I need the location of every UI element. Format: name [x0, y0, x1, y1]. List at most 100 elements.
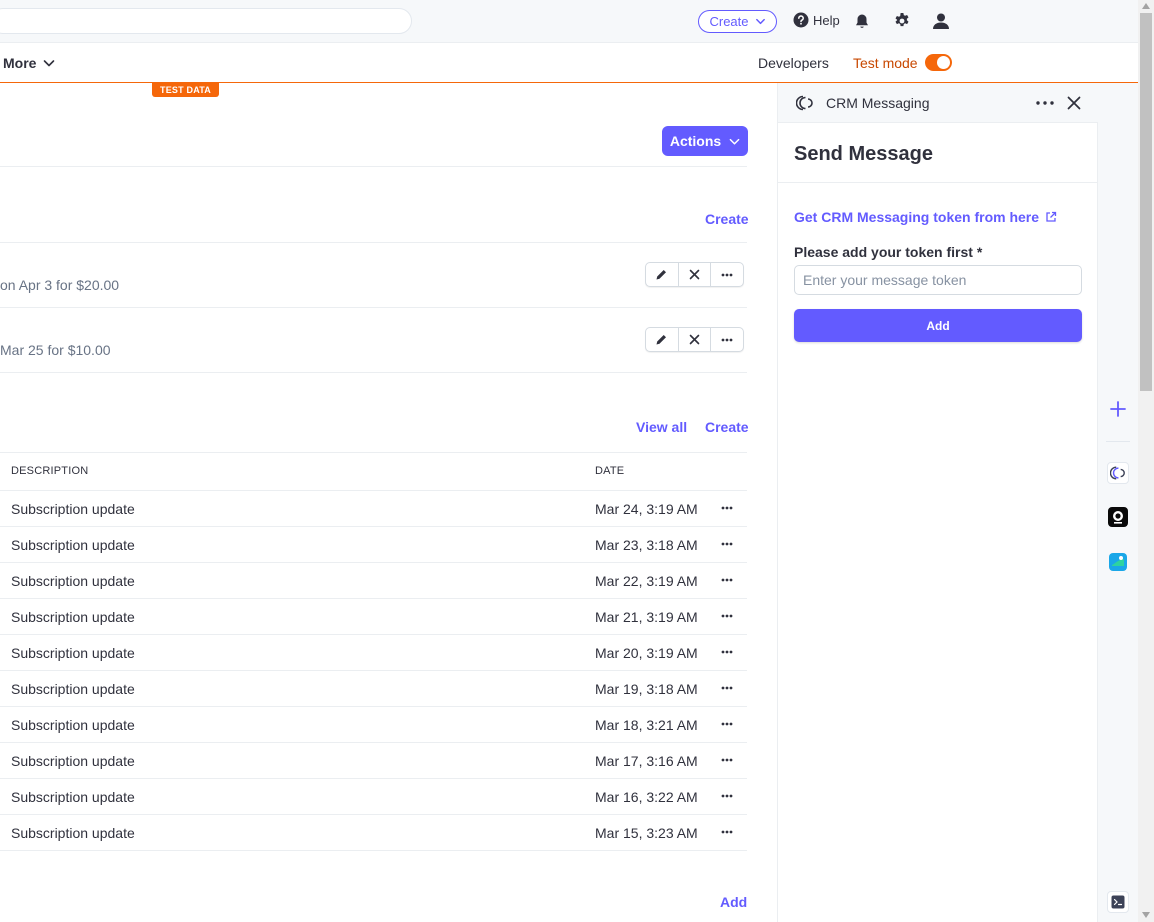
row-description: Subscription update: [11, 537, 135, 553]
test-data-badge: TEST DATA: [152, 83, 219, 97]
table-row[interactable]: Subscription update Mar 15, 3:23 AM: [0, 815, 747, 851]
page-scrollbar[interactable]: [1138, 0, 1154, 922]
add-token-button[interactable]: Add: [794, 309, 1082, 342]
row-description: Subscription update: [11, 645, 135, 661]
row-description: Subscription update: [11, 753, 135, 769]
ellipsis-icon: [721, 273, 733, 276]
divider: [0, 166, 747, 167]
remove-button[interactable]: [679, 263, 712, 286]
item-action-group: [645, 262, 744, 287]
actions-label: Actions: [669, 133, 722, 149]
edit-button[interactable]: [646, 263, 679, 286]
external-link-icon: [1046, 211, 1057, 222]
create-button[interactable]: Create: [698, 10, 777, 33]
table-row[interactable]: Subscription update Mar 22, 3:19 AM: [0, 563, 747, 599]
edit-button[interactable]: [646, 328, 679, 351]
divider: [0, 372, 747, 373]
row-date: Mar 16, 3:22 AM: [595, 789, 698, 805]
row-more-options-icon[interactable]: [720, 645, 734, 659]
settings-gear-icon[interactable]: [892, 11, 912, 31]
row-description: Subscription update: [11, 681, 135, 697]
row-more-options-icon[interactable]: [720, 537, 734, 551]
table-row[interactable]: Subscription update Mar 17, 3:16 AM: [0, 743, 747, 779]
divider: [0, 242, 747, 243]
panel-heading: Send Message: [794, 143, 933, 165]
row-description: Subscription update: [11, 609, 135, 625]
scroll-down-arrow-icon[interactable]: [1142, 912, 1150, 918]
table-row[interactable]: Subscription update Mar 16, 3:22 AM: [0, 779, 747, 815]
add-app-icon[interactable]: [1107, 398, 1129, 420]
row-description: Subscription update: [11, 825, 135, 841]
row-more-options-icon[interactable]: [720, 753, 734, 767]
token-input[interactable]: [794, 265, 1082, 295]
remove-button[interactable]: [679, 328, 712, 351]
row-more-options-icon[interactable]: [720, 573, 734, 587]
row-date: Mar 18, 3:21 AM: [595, 717, 698, 733]
scroll-up-arrow-icon[interactable]: [1142, 3, 1150, 9]
list-item-text: on Apr 3 for $20.00: [0, 277, 120, 293]
more-label: More: [3, 55, 37, 71]
section1-create-link[interactable]: Create: [705, 211, 749, 227]
developers-link[interactable]: Developers: [758, 55, 829, 71]
ellipsis-icon: [721, 338, 733, 341]
row-more-options-icon[interactable]: [720, 681, 734, 695]
row-more-options-icon[interactable]: [720, 789, 734, 803]
token-link[interactable]: Get CRM Messaging token from here: [794, 209, 1057, 225]
actions-button[interactable]: Actions: [662, 126, 748, 156]
nav-bar: More Developers Test mode: [0, 43, 1138, 83]
divider: [778, 182, 1098, 183]
table-row[interactable]: Subscription update Mar 18, 3:21 AM: [0, 707, 747, 743]
notifications-bell-icon[interactable]: [852, 11, 872, 31]
token-field-label: Please add your token first *: [794, 244, 983, 260]
table-row[interactable]: Subscription update Mar 20, 3:19 AM: [0, 635, 747, 671]
table-row[interactable]: Subscription update Mar 24, 3:19 AM: [0, 491, 747, 527]
panel-app-name: CRM Messaging: [826, 95, 930, 111]
row-description: Subscription update: [11, 501, 135, 517]
table-row[interactable]: Subscription update Mar 23, 3:18 AM: [0, 527, 747, 563]
scrollbar-thumb[interactable]: [1140, 13, 1152, 391]
row-date: Mar 24, 3:19 AM: [595, 501, 698, 517]
table-row[interactable]: Subscription update Mar 19, 3:18 AM: [0, 671, 747, 707]
crm-messaging-logo-icon: [796, 95, 813, 111]
divider: [0, 452, 747, 453]
help-button[interactable]: Help: [793, 12, 840, 28]
create-button-label: Create: [709, 14, 749, 29]
row-more-options-icon[interactable]: [720, 609, 734, 623]
pencil-icon: [656, 335, 667, 345]
item-action-group: [645, 327, 744, 352]
divider: [0, 307, 747, 308]
test-mode-toggle[interactable]: [925, 54, 952, 71]
top-bar: Create Help: [0, 0, 1138, 43]
column-header-date: DATE: [595, 465, 625, 477]
add-link[interactable]: Add: [720, 894, 747, 910]
table-row[interactable]: Subscription update Mar 21, 3:19 AM: [0, 599, 747, 635]
more-options-button[interactable]: [711, 263, 743, 286]
chevron-down-icon: [729, 138, 740, 145]
row-date: Mar 20, 3:19 AM: [595, 645, 698, 661]
view-all-link[interactable]: View all: [636, 419, 687, 435]
row-date: Mar 17, 3:16 AM: [595, 753, 698, 769]
row-more-options-icon[interactable]: [720, 717, 734, 731]
divider: [1106, 441, 1130, 442]
terminal-icon[interactable]: [1107, 891, 1129, 913]
help-icon: [793, 12, 809, 28]
account-avatar-icon[interactable]: [931, 11, 951, 31]
row-more-options-icon[interactable]: [720, 825, 734, 839]
row-date: Mar 22, 3:19 AM: [595, 573, 698, 589]
row-date: Mar 21, 3:19 AM: [595, 609, 698, 625]
panel-close-icon[interactable]: [1067, 96, 1081, 110]
token-link-label: Get CRM Messaging token from here: [794, 209, 1040, 225]
panel-header: CRM Messaging: [778, 83, 1098, 123]
app-black-logo-icon[interactable]: [1107, 506, 1129, 528]
section2-create-link[interactable]: Create: [705, 419, 749, 435]
more-menu[interactable]: More: [3, 55, 55, 71]
row-description: Subscription update: [11, 717, 135, 733]
app-teal-logo-icon[interactable]: [1107, 551, 1129, 573]
row-more-options-icon[interactable]: [720, 501, 734, 515]
more-options-button[interactable]: [711, 328, 743, 351]
search-input[interactable]: [0, 8, 412, 34]
close-icon: [689, 334, 700, 345]
panel-more-icon[interactable]: [1036, 101, 1054, 105]
row-date: Mar 23, 3:18 AM: [595, 537, 698, 553]
crm-messaging-app-icon[interactable]: [1107, 462, 1129, 484]
